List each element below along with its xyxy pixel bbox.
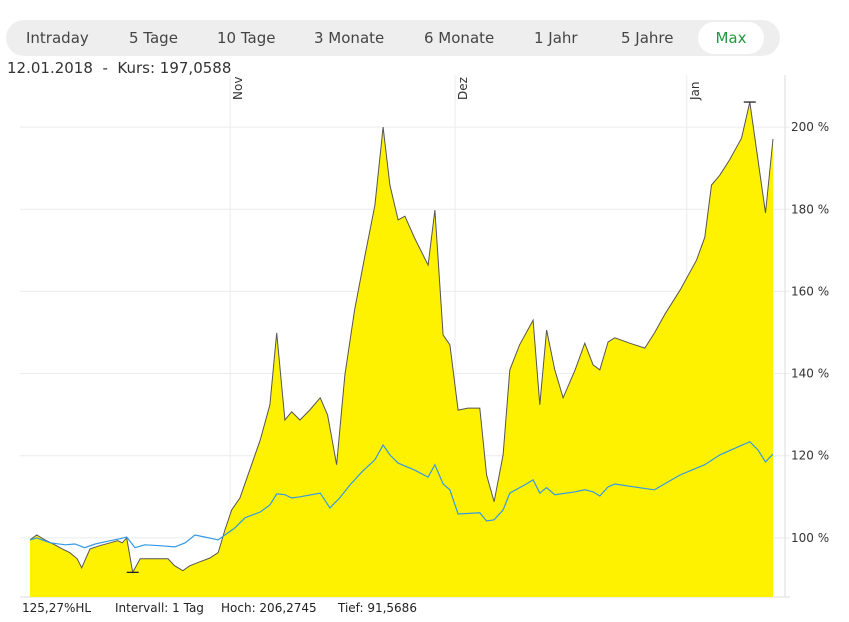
x-tick-label: Jan xyxy=(688,82,702,102)
y-tick-label: 120 % xyxy=(791,449,829,463)
footer-change: 125,27%HL xyxy=(22,601,92,615)
y-tick-label: 160 % xyxy=(791,284,829,298)
y-tick-label: 180 % xyxy=(791,202,829,216)
footer-low: Tief: 91,5686 xyxy=(338,601,417,615)
x-tick-label: Nov xyxy=(231,77,245,100)
footer-high: Hoch: 206,2745 xyxy=(221,601,317,615)
y-tick-label: 140 % xyxy=(791,367,829,381)
y-tick-label: 200 % xyxy=(791,120,829,134)
footer-interval: Intervall: 1 Tag xyxy=(115,601,204,615)
price-chart[interactable]: 100 % 120 % 140 % 160 % 180 % 200 % Nov Dez Jan xyxy=(0,0,849,622)
y-tick-label: 100 % xyxy=(791,531,829,545)
x-tick-label: Dez xyxy=(456,77,470,100)
price-area xyxy=(30,102,773,597)
